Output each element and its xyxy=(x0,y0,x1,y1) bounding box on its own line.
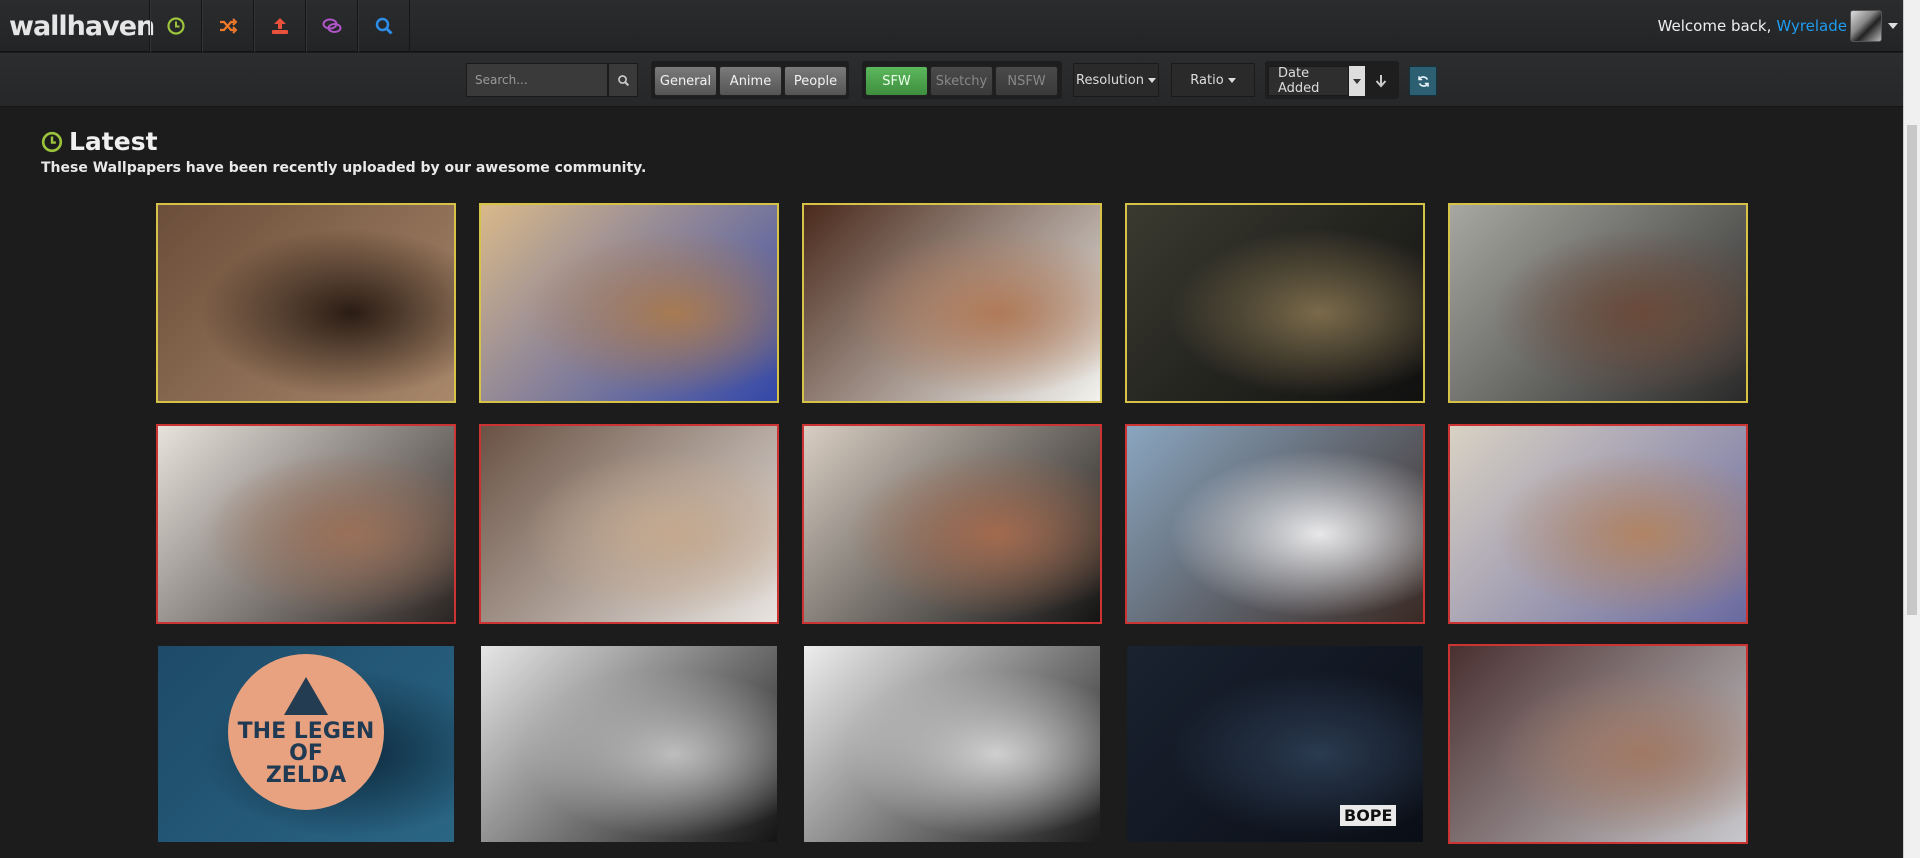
sort-order-button[interactable] xyxy=(1368,66,1394,96)
wallpaper-thumbnail[interactable] xyxy=(479,644,779,844)
thumbnail-image xyxy=(158,426,454,622)
wallpaper-thumbnail[interactable] xyxy=(802,644,1102,844)
avatar[interactable] xyxy=(1850,10,1882,42)
sort-select[interactable]: Date Added xyxy=(1268,66,1349,96)
thumbnail-image xyxy=(1450,426,1746,622)
category-anime-button[interactable]: Anime xyxy=(719,66,782,96)
page-subtitle: These Wallpapers have been recently uplo… xyxy=(41,160,647,176)
wallpaper-thumbnail[interactable] xyxy=(479,424,779,624)
nav-random[interactable] xyxy=(202,0,254,52)
latest-icon xyxy=(167,17,185,35)
bope-patch-text: BOPE xyxy=(1340,805,1397,826)
category-general-button[interactable]: General xyxy=(654,66,717,96)
resolution-label: Resolution xyxy=(1076,72,1144,88)
wallpaper-thumbnail[interactable] xyxy=(1448,203,1748,403)
nav-forums[interactable] xyxy=(306,0,358,52)
purity-sfw-button[interactable]: SFW xyxy=(865,66,928,96)
user-menu[interactable]: Welcome back, Wyrelade xyxy=(1658,0,1920,52)
resolution-dropdown[interactable]: Resolution xyxy=(1073,63,1159,97)
page-title: Latest xyxy=(69,127,158,156)
upload-icon xyxy=(272,18,288,34)
category-people-button[interactable]: People xyxy=(784,66,847,96)
zelda-emblem: THE LEGEN OF ZELDA xyxy=(228,654,384,810)
user-menu-caret-icon[interactable] xyxy=(1888,23,1898,29)
welcome-text: Welcome back, xyxy=(1657,17,1772,35)
thumbnail-image xyxy=(481,426,777,622)
scrollbar-thumb[interactable] xyxy=(1907,125,1917,615)
wallpaper-thumbnail[interactable] xyxy=(479,203,779,403)
search-icon xyxy=(375,17,393,35)
chevron-down-icon xyxy=(1353,78,1361,84)
thumbnail-image xyxy=(1127,426,1423,622)
wallpaper-thumbnail[interactable] xyxy=(1125,424,1425,624)
search-input[interactable]: Search... xyxy=(466,63,608,97)
wallpaper-thumbnail[interactable]: THE LEGEN OF ZELDA xyxy=(156,644,456,844)
thumbnail-image xyxy=(1450,646,1746,842)
zelda-title-line: ZELDA xyxy=(265,763,347,788)
zelda-title-line: THE LEGEN xyxy=(237,719,375,744)
refresh-button[interactable] xyxy=(1409,66,1437,96)
arrow-down-icon xyxy=(1375,75,1387,88)
triforce-icon xyxy=(284,677,328,715)
wallpaper-thumbnail[interactable] xyxy=(1125,203,1425,403)
zelda-title-line: OF xyxy=(289,741,323,766)
top-navbar: wallhaven Welcome back, Wyrelade xyxy=(0,0,1920,52)
username-link[interactable]: Wyrelade xyxy=(1776,17,1847,35)
page-heading: Latest xyxy=(41,127,158,156)
site-logo[interactable]: wallhaven xyxy=(0,0,155,52)
wallpaper-thumbnail[interactable] xyxy=(156,203,456,403)
refresh-icon xyxy=(1417,75,1429,87)
wallpaper-thumbnail[interactable] xyxy=(802,203,1102,403)
search-toolbar: Search... General Anime People SFW Sketc… xyxy=(0,53,1920,107)
purity-nsfw-button[interactable]: NSFW xyxy=(995,66,1058,96)
thumbnail-image xyxy=(158,205,454,401)
wallpaper-thumbnail[interactable] xyxy=(156,424,456,624)
thumbnail-image xyxy=(481,646,777,842)
wallpaper-thumbnail[interactable] xyxy=(802,424,1102,624)
sort-select-toggle[interactable] xyxy=(1349,66,1365,96)
thumbnail-image xyxy=(1450,205,1746,401)
thumbnail-image xyxy=(481,205,777,401)
ratio-dropdown[interactable]: Ratio xyxy=(1171,63,1255,97)
thumbnail-image xyxy=(804,205,1100,401)
nav-upload[interactable] xyxy=(254,0,306,52)
nav-latest[interactable] xyxy=(150,0,202,52)
latest-icon xyxy=(41,131,63,152)
ratio-label: Ratio xyxy=(1190,72,1224,88)
scrollbar[interactable] xyxy=(1903,0,1920,858)
thumbnail-image xyxy=(804,646,1100,842)
thumbnail-image xyxy=(804,426,1100,622)
search-icon xyxy=(617,74,629,86)
forums-icon xyxy=(322,18,342,33)
wallpaper-thumbnail[interactable] xyxy=(1448,424,1748,624)
search-submit-button[interactable] xyxy=(608,63,638,97)
wallpaper-thumbnail[interactable]: BOPE xyxy=(1125,644,1425,844)
chevron-down-icon xyxy=(1147,77,1156,83)
chevron-down-icon xyxy=(1227,77,1236,83)
thumbnail-image xyxy=(1127,205,1423,401)
wallpaper-thumbnail[interactable] xyxy=(1448,644,1748,844)
random-icon xyxy=(220,18,238,34)
purity-sketchy-button[interactable]: Sketchy xyxy=(930,66,993,96)
nav-search[interactable] xyxy=(358,0,410,52)
